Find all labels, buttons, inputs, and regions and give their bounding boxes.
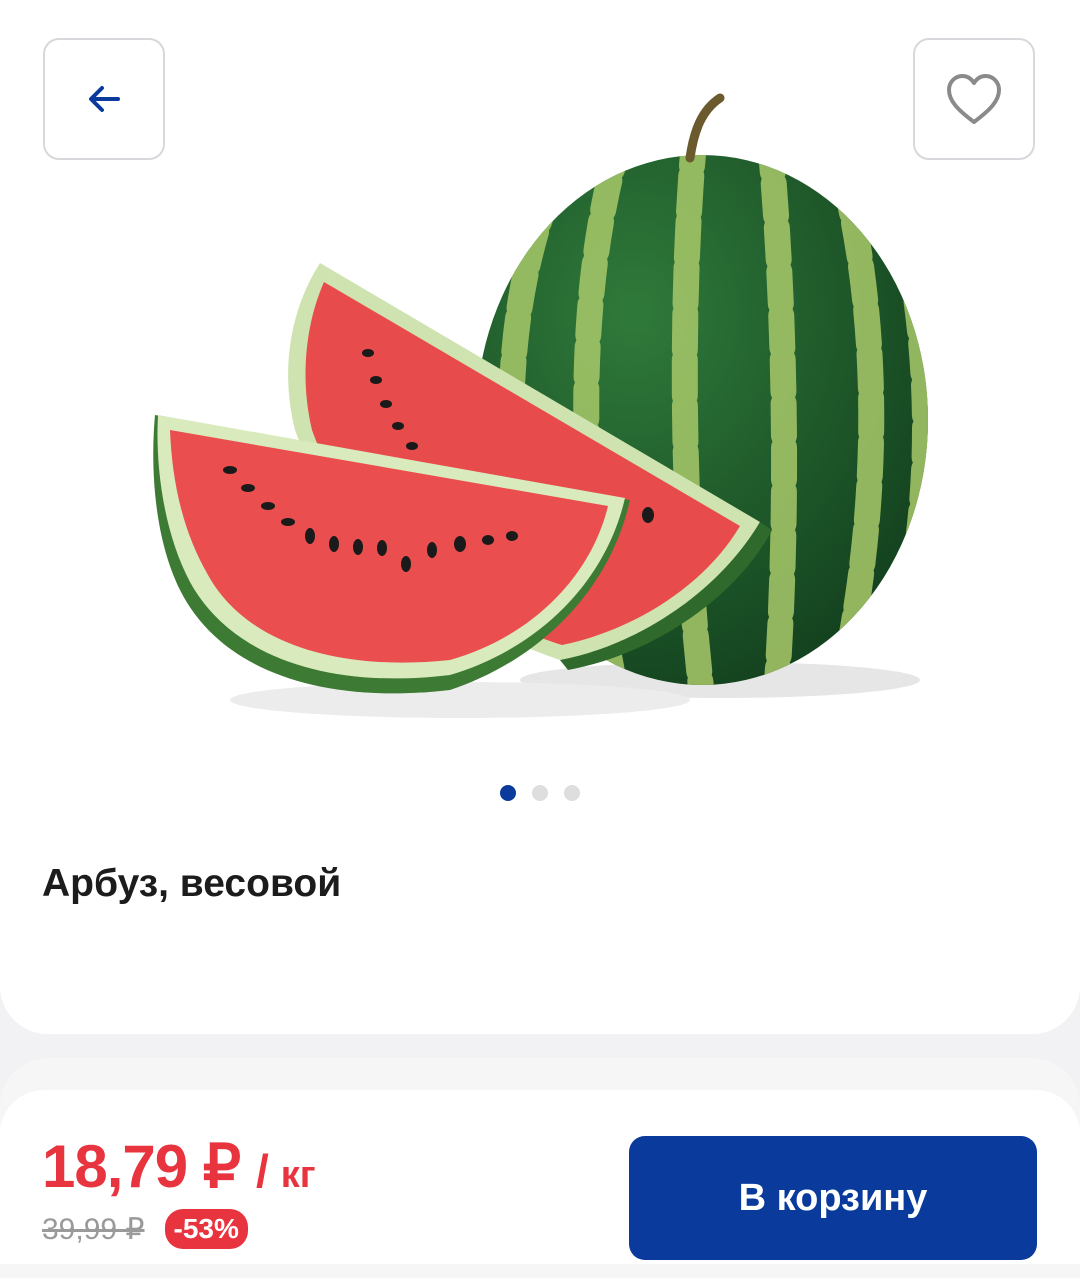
gallery-dot-active[interactable]: [500, 785, 516, 801]
gallery-pagination[interactable]: [500, 785, 580, 801]
watermelon-image: [153, 93, 928, 718]
price-row: 18,79 ₽ / кг: [42, 1132, 316, 1202]
old-price-row: 39,99 ₽ -53%: [42, 1209, 248, 1249]
product-card: Арбуз, весовой: [0, 0, 1080, 1034]
discount-badge: -53%: [164, 1209, 248, 1249]
gallery-dot[interactable]: [564, 785, 580, 801]
price-separator: /: [256, 1145, 269, 1197]
gallery-dot[interactable]: [532, 785, 548, 801]
old-price: 39,99 ₽: [42, 1212, 145, 1246]
product-image-gallery[interactable]: [120, 70, 960, 750]
price-unit: кг: [280, 1154, 316, 1196]
current-price: 18,79 ₽: [42, 1133, 241, 1200]
arrow-left-icon: [89, 86, 120, 112]
product-title: Арбуз, весовой: [42, 862, 342, 905]
add-to-cart-button[interactable]: В корзину: [629, 1136, 1037, 1260]
